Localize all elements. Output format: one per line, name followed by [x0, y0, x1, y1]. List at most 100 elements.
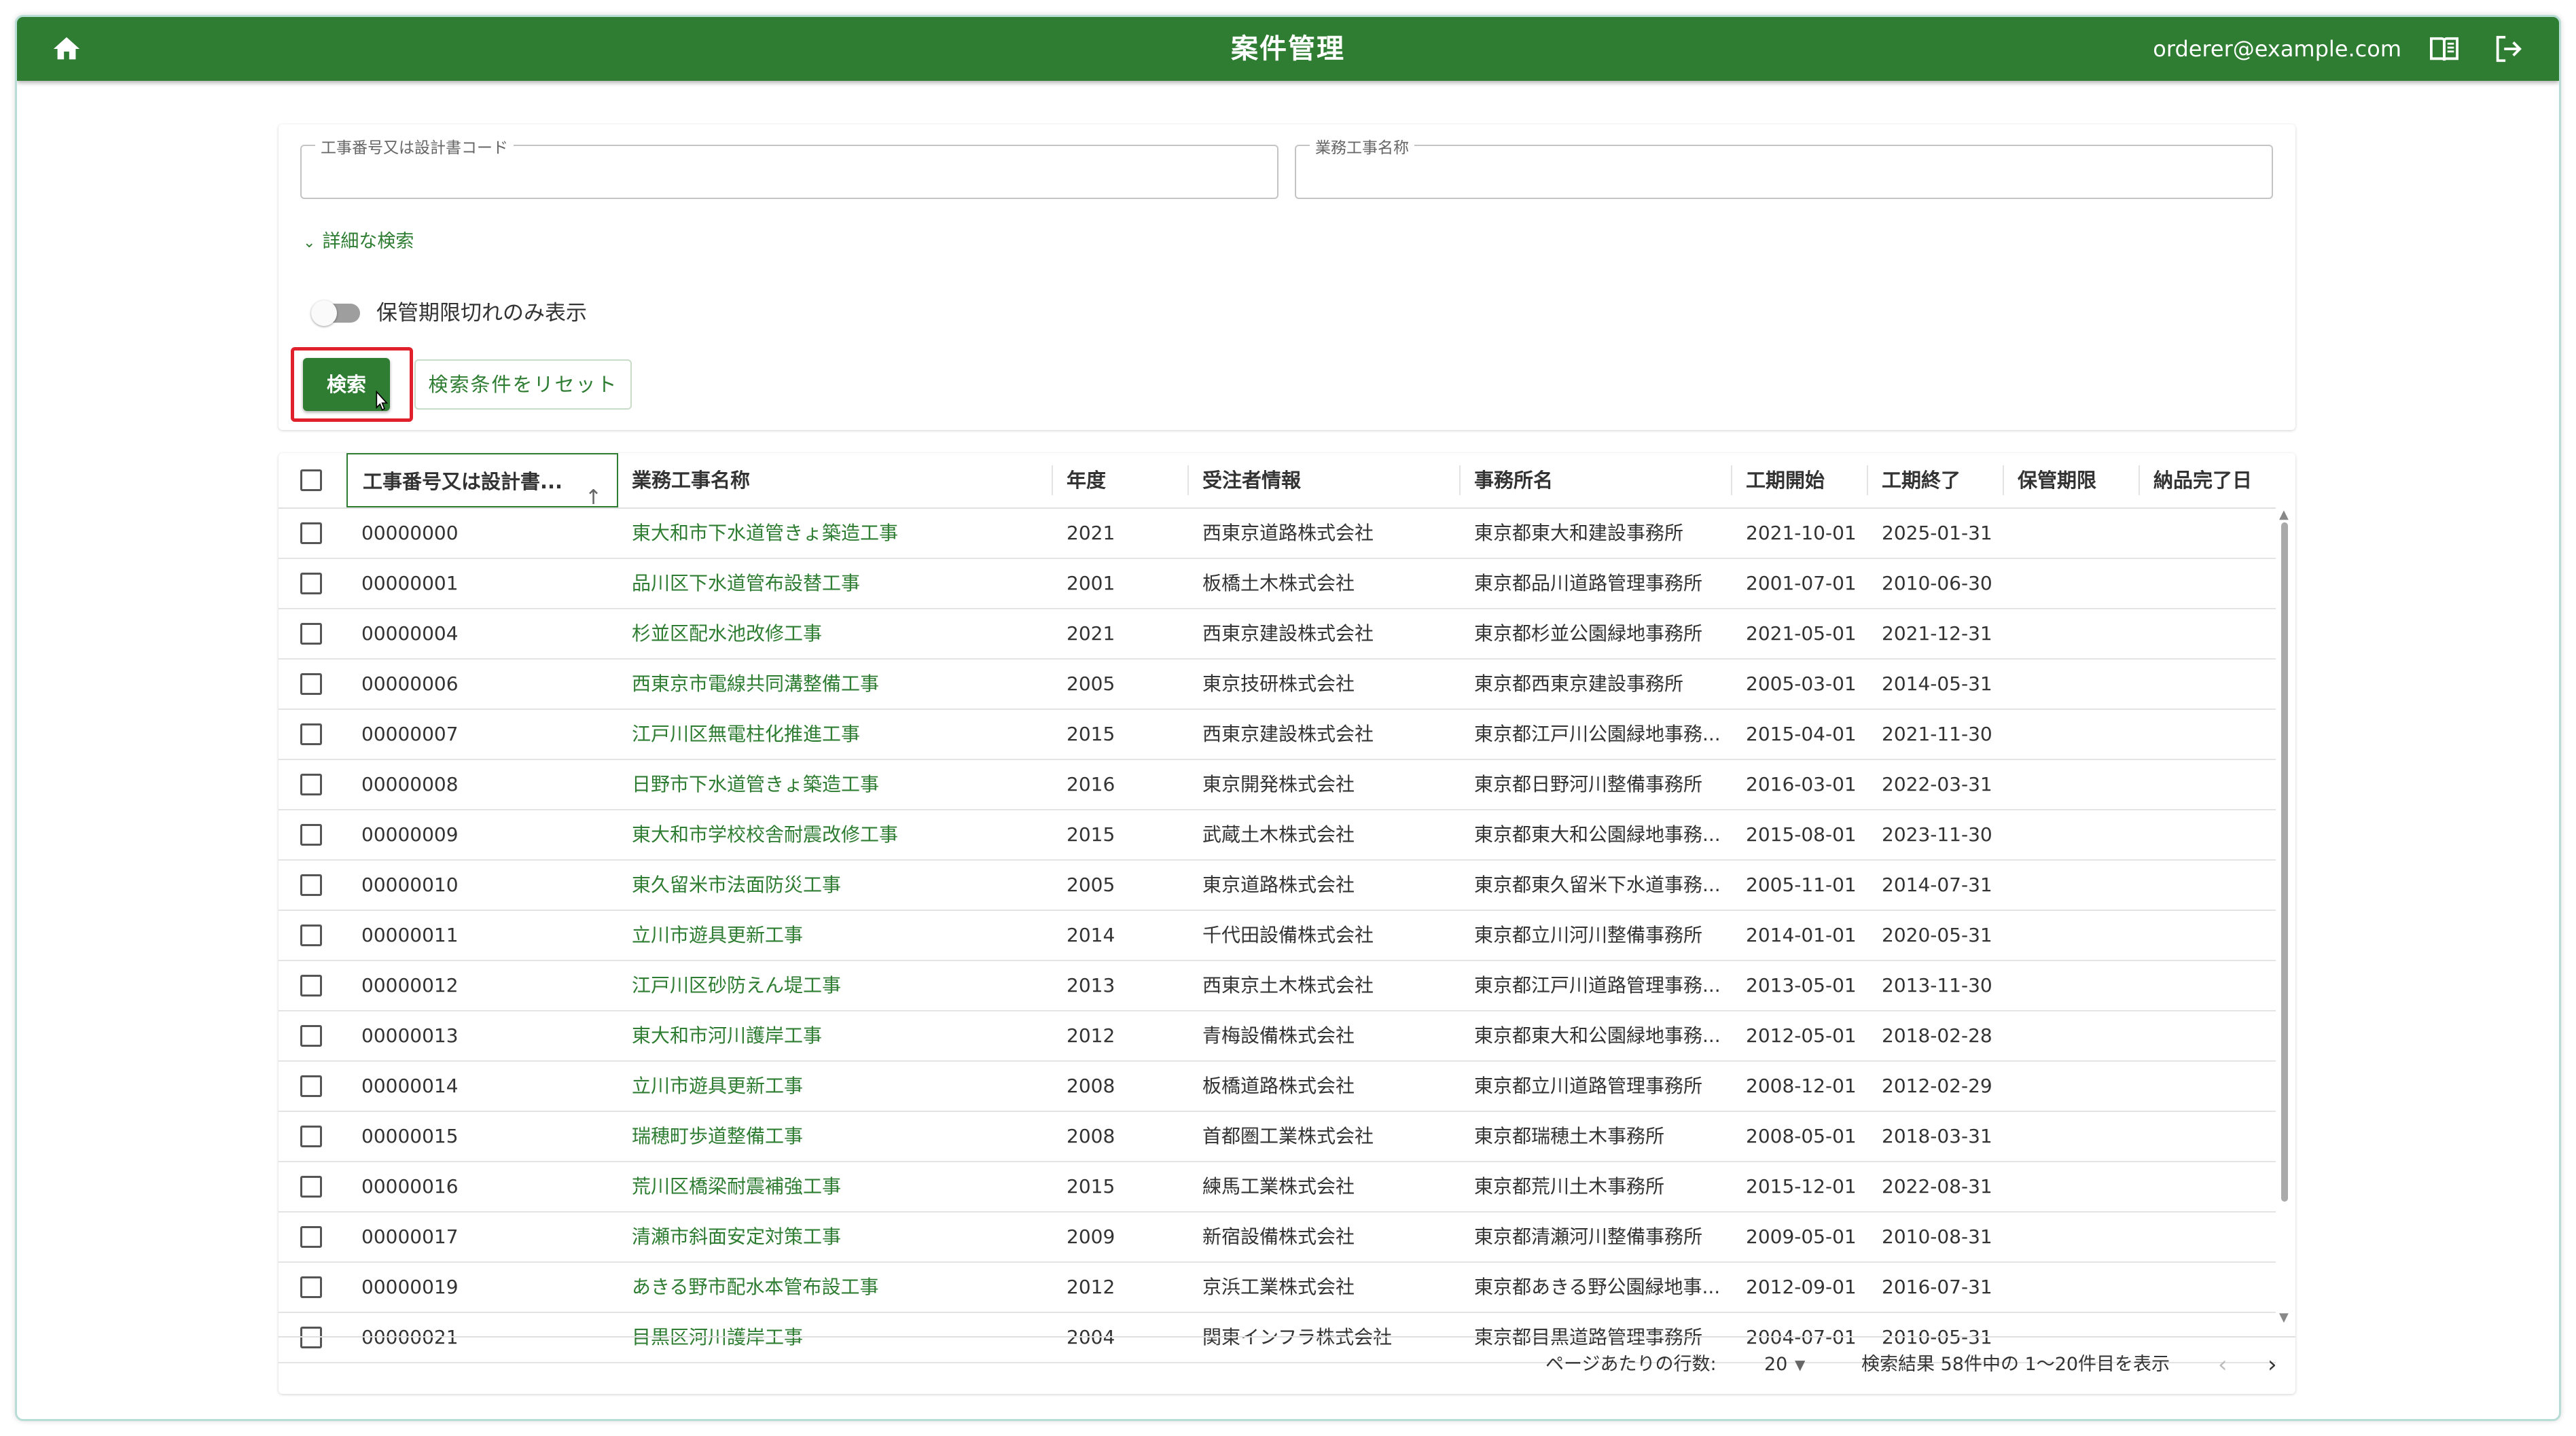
column-header-start[interactable]: 工期開始 [1746, 453, 1868, 507]
table-row[interactable]: 00000004 杉並区配水池改修工事 2021 西東京建設株式会社 東京都杉並公園緑地… [279, 609, 2276, 660]
select-all-checkbox[interactable] [300, 469, 322, 491]
table-row[interactable]: 00000017 清瀬市斜面安定対策工事 2009 新宿設備株式会社 東京都清瀬河川整備… [279, 1213, 2276, 1263]
table-row[interactable]: 00000006 西東京市電線共同溝整備工事 2005 東京技研株式会社 東京都西東京建… [279, 660, 2276, 710]
cell-end-date: 2016-07-31 [1882, 1276, 1992, 1298]
scrollbar-thumb[interactable] [2281, 522, 2288, 1202]
cell-retention [2018, 1263, 2140, 1312]
table-row[interactable]: 00000011 立川市遊具更新工事 2014 千代田設備株式会社 東京都立川河川整備事… [279, 911, 2276, 961]
cell-office: 東京都立川道路管理事務所 [1474, 1075, 1703, 1097]
row-checkbox[interactable] [300, 1025, 322, 1047]
cell-project-name[interactable]: あきる野市配水本管布設工事 [632, 1263, 1053, 1312]
cell-project-name[interactable]: 西東京市電線共同溝整備工事 [632, 660, 1053, 708]
cell-contractor: 東京開発株式会社 [1202, 773, 1355, 795]
table-row[interactable]: 00000001 品川区下水道管布設替工事 2001 板橋土木株式会社 東京都品川道路管… [279, 559, 2276, 609]
scroll-up-arrow-icon[interactable]: ▲ [2279, 507, 2289, 522]
chevron-left-icon[interactable]: ‹ [2218, 1338, 2228, 1392]
table-row[interactable]: 00000013 東大和市河川護岸工事 2012 青梅設備株式会社 東京都東大和公園緑地… [279, 1011, 2276, 1062]
project-name-label: 業務工事名称 [1310, 134, 1414, 158]
project-name-input[interactable] [1310, 158, 2257, 187]
column-header-end[interactable]: 工期終了 [1882, 453, 2004, 507]
reset-button[interactable]: 検索条件をリセット [414, 359, 632, 410]
row-checkbox[interactable] [300, 1276, 322, 1298]
cell-project-name[interactable]: 江戸川区砂防えん堤工事 [632, 961, 1053, 1010]
row-checkbox[interactable] [300, 1126, 322, 1147]
chevron-right-icon[interactable]: › [2268, 1338, 2277, 1392]
cell-office: 東京都品川道路管理事務所 [1474, 572, 1703, 594]
cell-code: 00000011 [361, 924, 459, 946]
cell-project-name[interactable]: 東久留米市法面防災工事 [632, 861, 1053, 910]
column-header-delivered[interactable]: 納品完了日 [2153, 453, 2276, 507]
row-checkbox[interactable] [300, 673, 322, 695]
cell-start-date: 2001-07-01 [1746, 572, 1857, 594]
logout-icon[interactable] [2492, 33, 2524, 65]
cell-year: 2008 [1067, 1125, 1115, 1147]
cell-project-name[interactable]: 東大和市河川護岸工事 [632, 1011, 1053, 1060]
cell-delivered [2153, 1213, 2276, 1261]
cell-retention [2018, 961, 2140, 1010]
cell-project-name[interactable]: 東大和市学校校舎耐震改修工事 [632, 810, 1053, 859]
row-checkbox[interactable] [300, 522, 322, 544]
advanced-search-toggle[interactable]: ⌄ 詳細な検索 [303, 226, 414, 253]
column-header-year[interactable]: 年度 [1067, 453, 1189, 507]
column-header-code[interactable]: 工事番号又は設計書... ↑ [346, 453, 618, 507]
cell-year: 2016 [1067, 773, 1115, 795]
row-checkbox[interactable] [300, 723, 322, 745]
column-header-name[interactable]: 業務工事名称 [632, 453, 1053, 507]
cell-project-name[interactable]: 立川市遊具更新工事 [632, 911, 1053, 960]
cell-project-name[interactable]: 品川区下水道管布設替工事 [632, 559, 1053, 608]
row-checkbox[interactable] [300, 975, 322, 997]
table-row[interactable]: 00000009 東大和市学校校舎耐震改修工事 2015 武蔵土木株式会社 東京都東大和… [279, 810, 2276, 861]
cell-contractor: 東京技研株式会社 [1202, 672, 1355, 695]
scroll-down-arrow-icon[interactable]: ▼ [2279, 1310, 2289, 1325]
cell-code: 00000013 [361, 1024, 459, 1047]
cell-code: 00000009 [361, 823, 459, 846]
table-row[interactable]: 00000010 東久留米市法面防災工事 2005 東京道路株式会社 東京都東久留米下水… [279, 861, 2276, 911]
row-checkbox[interactable] [300, 1176, 322, 1198]
table-row[interactable]: 00000007 江戸川区無電柱化推進工事 2015 西東京建設株式会社 東京都江戸川公… [279, 710, 2276, 760]
project-name-field[interactable]: 業務工事名称 [1295, 134, 2273, 199]
cell-project-name[interactable]: 日野市下水道管きょ築造工事 [632, 760, 1053, 809]
table-row[interactable]: 00000000 東大和市下水道管きょ築造工事 2021 西東京道路株式会社 東京都東大… [279, 509, 2276, 559]
row-checkbox[interactable] [300, 874, 322, 896]
cell-end-date: 2013-11-30 [1882, 974, 1992, 997]
project-code-field[interactable]: 工事番号又は設計書コード [300, 134, 1278, 199]
column-header-retention[interactable]: 保管期限 [2018, 453, 2140, 507]
cell-project-name[interactable]: 立川市遊具更新工事 [632, 1062, 1053, 1111]
cell-project-name[interactable]: 荒川区橋梁耐震補強工事 [632, 1162, 1053, 1211]
row-checkbox[interactable] [300, 623, 322, 645]
rows-per-page-select[interactable]: 20 [1764, 1338, 1787, 1392]
row-checkbox[interactable] [300, 774, 322, 795]
sort-arrow-up-icon[interactable]: ↑ [585, 471, 602, 506]
table-row[interactable]: 00000016 荒川区橋梁耐震補強工事 2015 練馬工業株式会社 東京都荒川土木事務… [279, 1162, 2276, 1213]
expired-only-switch[interactable] [311, 300, 360, 326]
table-scrollbar[interactable]: ▲ ▼ [2279, 507, 2290, 1325]
cell-project-name[interactable]: 江戸川区無電柱化推進工事 [632, 710, 1053, 759]
row-checkbox[interactable] [300, 1226, 322, 1248]
cell-project-name[interactable]: 瑞穂町歩道整備工事 [632, 1112, 1053, 1161]
column-header-contractor[interactable]: 受注者情報 [1202, 453, 1461, 507]
table-row[interactable]: 00000012 江戸川区砂防えん堤工事 2013 西東京土木株式会社 東京都江戸川道路… [279, 961, 2276, 1011]
caret-down-icon[interactable]: ▼ [1795, 1338, 1805, 1392]
cell-code: 00000006 [361, 672, 459, 695]
table-row[interactable]: 00000008 日野市下水道管きょ築造工事 2016 東京開発株式会社 東京都日野河川… [279, 760, 2276, 810]
column-header-office[interactable]: 事務所名 [1474, 453, 1732, 507]
cell-contractor: 京浜工業株式会社 [1202, 1276, 1355, 1298]
cell-retention [2018, 660, 2140, 708]
cell-end-date: 2021-12-31 [1882, 622, 1992, 645]
row-checkbox[interactable] [300, 1075, 322, 1097]
cell-office: 東京都東大和建設事務所 [1474, 522, 1684, 544]
cell-project-name[interactable]: 東大和市下水道管きょ築造工事 [632, 509, 1053, 558]
table-body: 00000000 東大和市下水道管きょ築造工事 2021 西東京道路株式会社 東京都東大… [279, 509, 2276, 1363]
cell-code: 00000017 [361, 1225, 459, 1248]
table-row[interactable]: 00000015 瑞穂町歩道整備工事 2008 首都圏工業株式会社 東京都瑞穂土木事務所… [279, 1112, 2276, 1162]
table-row[interactable]: 00000014 立川市遊具更新工事 2008 板橋道路株式会社 東京都立川道路管理事務… [279, 1062, 2276, 1112]
project-code-input[interactable] [315, 158, 1262, 187]
row-checkbox[interactable] [300, 925, 322, 946]
cell-year: 2014 [1067, 924, 1115, 946]
row-checkbox[interactable] [300, 573, 322, 594]
manual-book-icon[interactable] [2429, 35, 2460, 63]
table-row[interactable]: 00000019 あきる野市配水本管布設工事 2012 京浜工業株式会社 東京都あきる野… [279, 1263, 2276, 1313]
cell-project-name[interactable]: 清瀬市斜面安定対策工事 [632, 1213, 1053, 1261]
row-checkbox[interactable] [300, 824, 322, 846]
cell-project-name[interactable]: 杉並区配水池改修工事 [632, 609, 1053, 658]
